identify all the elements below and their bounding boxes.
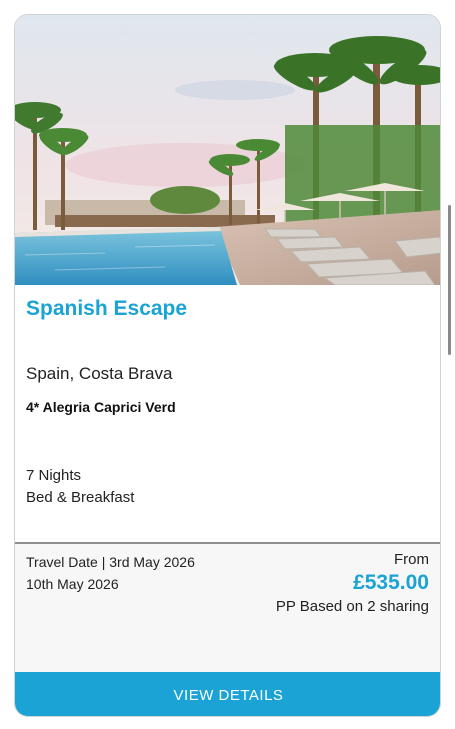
price-value: £535.00 [353,571,429,594]
board-basis-label: Bed & Breakfast [26,489,135,506]
duration-label: 7 Nights [26,467,82,484]
package-title[interactable]: Spanish Escape [26,297,187,321]
price-block: From £535.00 PP Based on 2 sharing [269,551,429,616]
hotel-name: 4* Alegria Caprici Verd [26,399,176,415]
travel-date: Travel Date | 3rd May 2026 [26,554,195,570]
holiday-card[interactable]: Spanish Escape Spain, Costa Brava 4* Ale… [14,14,441,717]
price-note: PP Based on 2 sharing [275,598,429,615]
pool-scene-illustration [15,15,440,285]
destination-label: Spain, Costa Brava [26,364,173,383]
return-date: 10th May 2026 [26,576,119,592]
view-details-button[interactable]: VIEW DETAILS [15,672,440,716]
scrollbar[interactable] [448,205,451,355]
hotel-pool-image[interactable] [15,15,440,285]
price-from-label: From [394,551,429,568]
